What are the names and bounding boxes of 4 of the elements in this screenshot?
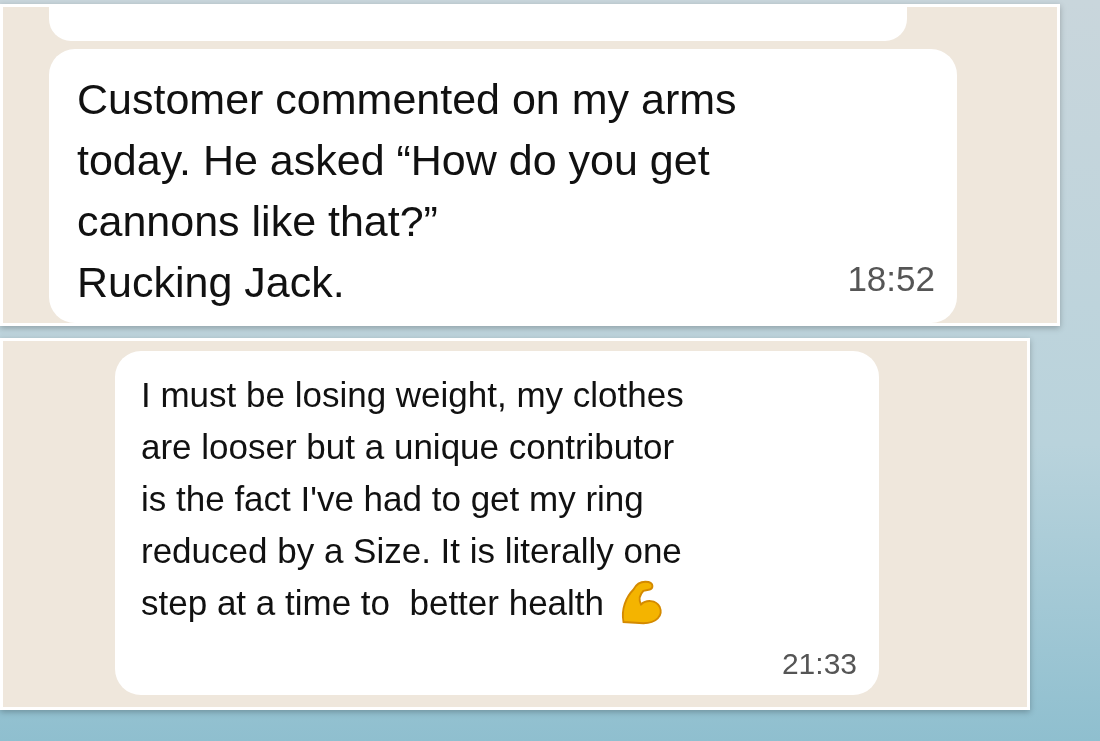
message-text: Customer commented on my arms today. He asked “How do you get cannons like that?” Rucking Jack. (77, 75, 737, 306)
message-time: 18:52 (847, 259, 935, 299)
message-time: 21:33 (781, 647, 857, 681)
message-text: I must be losing weight, my clothes are looser but a unique contributor is the fact I've had to get my ring reduced by a Size. It is literally one step at a time to better health (141, 375, 684, 622)
